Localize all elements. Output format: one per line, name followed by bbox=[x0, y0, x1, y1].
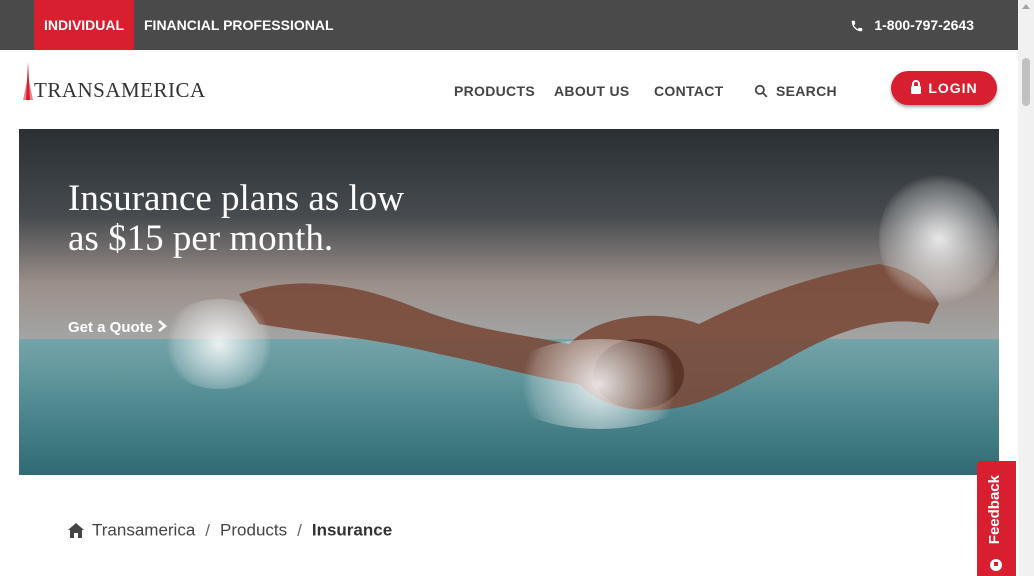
transamerica-logo[interactable]: TRANSAMERICA bbox=[18, 62, 208, 106]
scroll-thumb[interactable] bbox=[1022, 58, 1030, 106]
breadcrumb-separator: / bbox=[297, 520, 302, 540]
nav-contact[interactable]: CONTACT bbox=[654, 83, 724, 99]
nav-search[interactable]: SEARCH bbox=[754, 83, 837, 99]
splash-left bbox=[159, 299, 279, 389]
feedback-tab[interactable]: Feedback bbox=[977, 461, 1016, 576]
breadcrumb-insurance: Insurance bbox=[311, 520, 393, 540]
main-header: TRANSAMERICA PRODUCTS ABOUT US CONTACT S… bbox=[0, 50, 1018, 129]
search-icon bbox=[754, 84, 768, 98]
lock-icon bbox=[911, 80, 922, 94]
splash-center bbox=[499, 339, 699, 429]
breadcrumb: Transamerica / Products / Insurance bbox=[68, 520, 392, 541]
nav-products[interactable]: PRODUCTS bbox=[454, 83, 535, 99]
login-label: LOGIN bbox=[928, 80, 978, 96]
splash-right bbox=[879, 169, 999, 309]
hero-title: Insurance plans as low as $15 per month. bbox=[68, 178, 404, 259]
phone-number: 1-800-797-2643 bbox=[874, 17, 974, 33]
feedback-icon bbox=[990, 559, 1002, 571]
scroll-up-arrow-icon[interactable] bbox=[1022, 4, 1030, 9]
tab-individual[interactable]: INDIVIDUAL bbox=[34, 0, 134, 50]
get-a-quote-label: Get a Quote bbox=[68, 319, 154, 336]
nav-search-label: SEARCH bbox=[776, 83, 837, 99]
feedback-label: Feedback bbox=[986, 475, 1003, 545]
login-button[interactable]: LOGIN bbox=[891, 71, 997, 105]
get-a-quote-link[interactable]: Get a Quote bbox=[68, 319, 168, 336]
breadcrumb-separator: / bbox=[205, 520, 211, 540]
vertical-scrollbar[interactable] bbox=[1018, 0, 1034, 576]
phone-link[interactable]: 1-800-797-2643 bbox=[850, 0, 974, 50]
chevron-right-icon bbox=[158, 320, 168, 332]
phone-icon bbox=[852, 21, 863, 32]
breadcrumb-transamerica[interactable]: Transamerica bbox=[92, 521, 195, 540]
top-bar: INDIVIDUAL FINANCIAL PROFESSIONAL 1-800-… bbox=[0, 0, 1018, 50]
tab-financial-professional[interactable]: FINANCIAL PROFESSIONAL bbox=[144, 0, 334, 50]
logo-text: TRANSAMERICA bbox=[34, 78, 206, 102]
nav-about-us[interactable]: ABOUT US bbox=[554, 83, 630, 99]
breadcrumb-products[interactable]: Products bbox=[220, 521, 287, 540]
home-icon[interactable] bbox=[68, 523, 84, 539]
hero-banner: Insurance plans as low as $15 per month.… bbox=[19, 129, 999, 475]
